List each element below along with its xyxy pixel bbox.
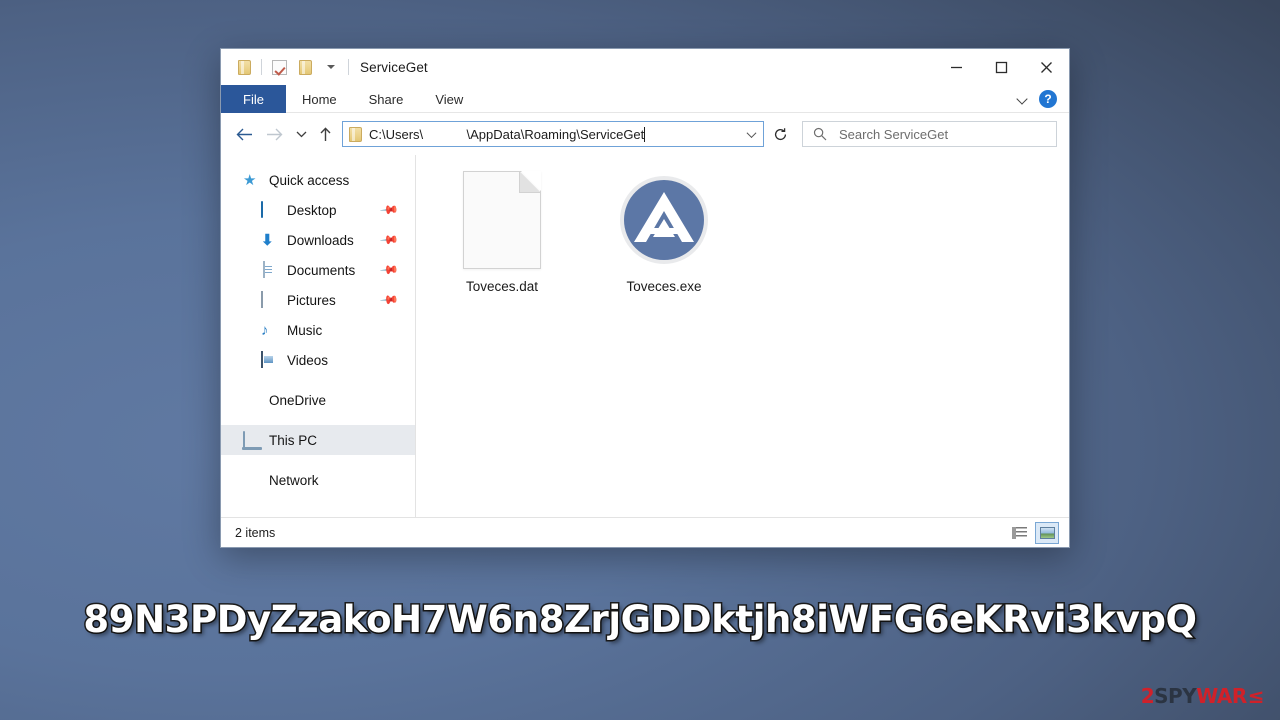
sidebar-item-label: Videos — [287, 352, 329, 368]
desktop-background: ServiceGet File Home Share View ? C:\Use… — [0, 0, 1280, 720]
sidebar-item-this-pc[interactable]: This PC — [221, 425, 415, 455]
search-box[interactable]: Search ServiceGet — [802, 121, 1057, 147]
downloads-icon: ⬇ — [261, 231, 274, 249]
documents-icon — [261, 260, 278, 279]
watermark-part-1: 2 — [1140, 684, 1155, 708]
chevron-down-icon[interactable] — [1018, 95, 1029, 102]
sidebar-item-label: Desktop — [287, 202, 337, 218]
watermark-logo: 2 SPY WAR ≤ — [1140, 684, 1265, 708]
sidebar-item-documents[interactable]: Documents 📌 — [221, 255, 415, 285]
maximize-button[interactable] — [979, 49, 1024, 85]
network-icon — [243, 472, 260, 489]
tab-file[interactable]: File — [221, 85, 286, 113]
status-bar: 2 items — [221, 517, 1069, 547]
sidebar-item-label: Downloads — [287, 232, 354, 248]
toolbar-separator — [261, 59, 262, 75]
sidebar-item-pictures[interactable]: Pictures 📌 — [221, 285, 415, 315]
large-icons-view-button[interactable] — [1035, 521, 1059, 544]
file-name-label: Toveces.exe — [626, 279, 702, 294]
sidebar-item-label: OneDrive — [269, 392, 327, 408]
sidebar-divider-3 — [221, 455, 415, 465]
sidebar-item-desktop[interactable]: Desktop 📌 — [221, 195, 415, 225]
back-button[interactable] — [229, 119, 259, 149]
sidebar-item-onedrive[interactable]: OneDrive — [221, 385, 415, 415]
ribbon-right-controls: ? — [1018, 85, 1069, 112]
sidebar-item-label: Quick access — [269, 172, 350, 188]
ransom-id-text: 89N3PDyZzakoH7W6n8ZrjGDDktjh8iWFG6eKRvi3… — [82, 597, 1199, 643]
window-title: ServiceGet — [360, 59, 428, 75]
this-pc-icon — [243, 430, 260, 449]
onedrive-icon — [243, 392, 260, 409]
sidebar-item-label: Network — [269, 472, 319, 488]
search-icon — [813, 127, 827, 141]
sidebar-item-videos[interactable]: Videos — [221, 345, 415, 375]
list-item[interactable]: Toveces.dat — [442, 171, 562, 294]
tab-view[interactable]: View — [419, 85, 479, 113]
sidebar-divider — [221, 375, 415, 385]
file-name-label: Toveces.dat — [465, 279, 539, 294]
address-chevron-down-icon[interactable] — [743, 124, 759, 144]
search-input[interactable]: Search ServiceGet — [839, 127, 948, 142]
ribbon-spacer — [479, 85, 1018, 112]
address-text-caret — [644, 126, 646, 142]
sidebar-item-network[interactable]: Network — [221, 465, 415, 495]
tab-share[interactable]: Share — [353, 85, 420, 113]
videos-icon — [261, 350, 278, 369]
sidebar-divider-2 — [221, 415, 415, 425]
address-bar[interactable]: C:\Users\ \AppData\Roaming\ServiceGet — [342, 121, 764, 147]
properties-icon[interactable] — [266, 54, 292, 80]
toolbar-separator-2 — [348, 59, 349, 75]
view-mode-buttons — [1007, 521, 1059, 544]
refresh-button[interactable] — [766, 121, 794, 147]
blank-document-icon — [463, 171, 541, 269]
new-folder-icon[interactable] — [292, 54, 318, 80]
sidebar-item-quick-access[interactable]: ★ Quick access — [221, 165, 415, 195]
pictures-icon — [261, 290, 278, 309]
item-count-label: 2 items — [235, 525, 276, 540]
star-icon: ★ — [243, 171, 257, 189]
sidebar-item-label: Pictures — [287, 292, 336, 308]
sidebar-item-downloads[interactable]: ⬇ Downloads 📌 — [221, 225, 415, 255]
up-one-level-button[interactable] — [313, 119, 337, 149]
sidebar-item-music[interactable]: ♪ Music — [221, 315, 415, 345]
folder-icon[interactable] — [231, 54, 257, 80]
quick-access-toolbar — [231, 54, 353, 80]
sidebar-item-label: Music — [287, 322, 323, 338]
minimize-button[interactable] — [934, 49, 979, 85]
window-controls — [934, 49, 1069, 85]
music-icon: ♪ — [261, 321, 269, 339]
window-body: ★ Quick access Desktop 📌 ⬇ Downloads 📌 D… — [221, 155, 1069, 517]
help-icon[interactable]: ? — [1039, 89, 1057, 108]
address-folder-icon — [349, 126, 362, 142]
file-explorer-window: ServiceGet File Home Share View ? C:\Use… — [220, 48, 1070, 548]
details-view-button[interactable] — [1007, 522, 1031, 544]
address-text: C:\Users\ \AppData\Roaming\ServiceGet — [369, 126, 645, 142]
sidebar-item-label: This PC — [269, 432, 318, 448]
pin-icon[interactable]: 📌 — [379, 200, 399, 220]
forward-button[interactable] — [259, 119, 289, 149]
tab-home[interactable]: Home — [286, 85, 353, 113]
close-button[interactable] — [1024, 49, 1069, 85]
desktop-icon — [261, 200, 278, 219]
autoit-application-icon — [615, 171, 713, 269]
file-list-view[interactable]: Toveces.dat Toveces.exe — [416, 155, 1069, 517]
pin-icon[interactable]: 📌 — [379, 260, 399, 280]
pin-icon[interactable]: 📌 — [379, 290, 399, 310]
watermark-part-4: ≤ — [1247, 684, 1265, 708]
customize-dropdown-icon[interactable] — [318, 54, 344, 80]
pin-icon[interactable]: 📌 — [379, 230, 399, 250]
sidebar-item-label: Documents — [287, 262, 356, 278]
recent-locations-button[interactable] — [289, 119, 313, 149]
navigation-pane: ★ Quick access Desktop 📌 ⬇ Downloads 📌 D… — [221, 155, 416, 517]
list-item[interactable]: Toveces.exe — [604, 171, 724, 294]
ribbon-tabs: File Home Share View ? — [221, 85, 1069, 113]
watermark-part-2: SPY — [1154, 684, 1197, 708]
navigation-bar: C:\Users\ \AppData\Roaming\ServiceGet Se… — [221, 113, 1069, 155]
window-titlebar: ServiceGet — [221, 49, 1069, 85]
watermark-part-3: WAR — [1196, 684, 1247, 708]
